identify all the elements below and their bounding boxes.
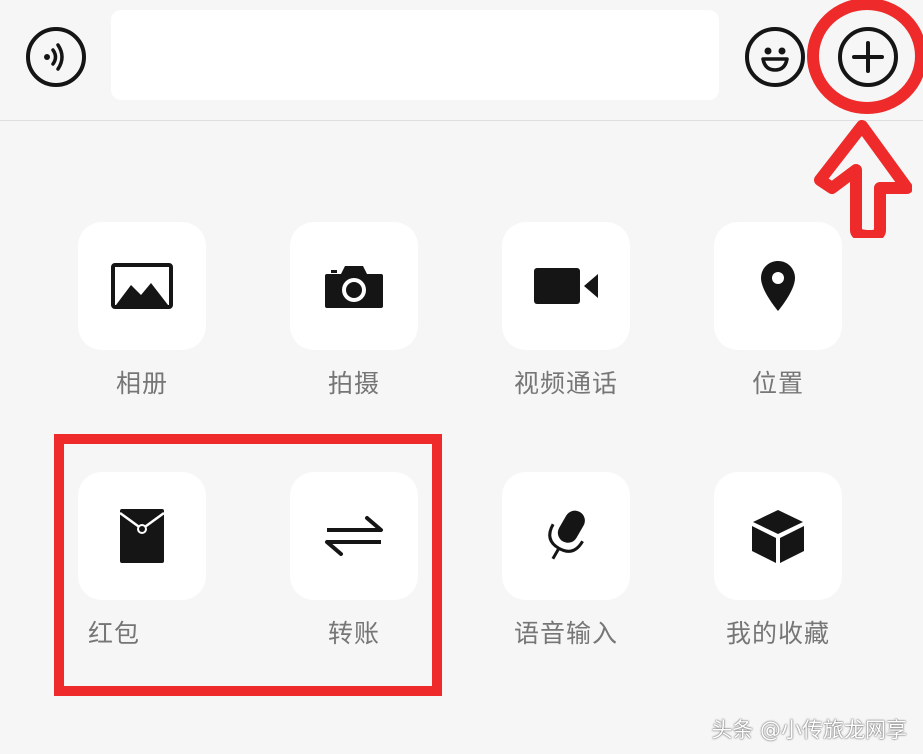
- watermark: 头条 @小传旅龙网享: [711, 718, 907, 742]
- location-pin-icon: [761, 261, 795, 311]
- message-input[interactable]: [111, 10, 719, 100]
- video-call-tile[interactable]: [502, 222, 630, 350]
- camera-icon: [325, 266, 383, 308]
- location-label: 位置: [751, 369, 804, 398]
- camera-tile[interactable]: [290, 222, 418, 350]
- cube-icon: [752, 510, 804, 563]
- video-call-label: 视频通话: [513, 369, 618, 398]
- voice-toggle-button[interactable]: [26, 27, 86, 87]
- panel-item-album[interactable]: 相册: [42, 222, 242, 402]
- microphone-icon: [548, 510, 585, 560]
- highlight-box: [54, 434, 442, 696]
- panel-item-location[interactable]: 位置: [678, 222, 878, 402]
- location-tile[interactable]: [714, 222, 842, 350]
- picture-icon: [111, 263, 173, 309]
- video-camera-icon: [534, 268, 598, 304]
- panel-item-favorites[interactable]: 我的收藏: [678, 472, 878, 652]
- smiley-icon: [761, 47, 789, 72]
- panel-item-video-call[interactable]: 视频通话: [466, 222, 666, 402]
- album-label: 相册: [115, 369, 168, 398]
- album-tile[interactable]: [78, 222, 206, 350]
- favorites-label: 我的收藏: [725, 619, 830, 648]
- highlight-arrow: [814, 120, 912, 238]
- plus-icon: [852, 41, 884, 73]
- voice-icon: [44, 43, 64, 71]
- emoji-button[interactable]: [745, 27, 805, 87]
- panel-item-camera[interactable]: 拍摄: [254, 222, 454, 402]
- voice-input-label: 语音输入: [513, 619, 618, 648]
- voice-input-tile[interactable]: [502, 472, 630, 600]
- more-actions-button[interactable]: [838, 27, 898, 87]
- camera-label: 拍摄: [327, 369, 380, 398]
- chat-input-bar: [0, 0, 923, 121]
- favorites-tile[interactable]: [714, 472, 842, 600]
- panel-item-voice-input[interactable]: 语音输入: [466, 472, 666, 652]
